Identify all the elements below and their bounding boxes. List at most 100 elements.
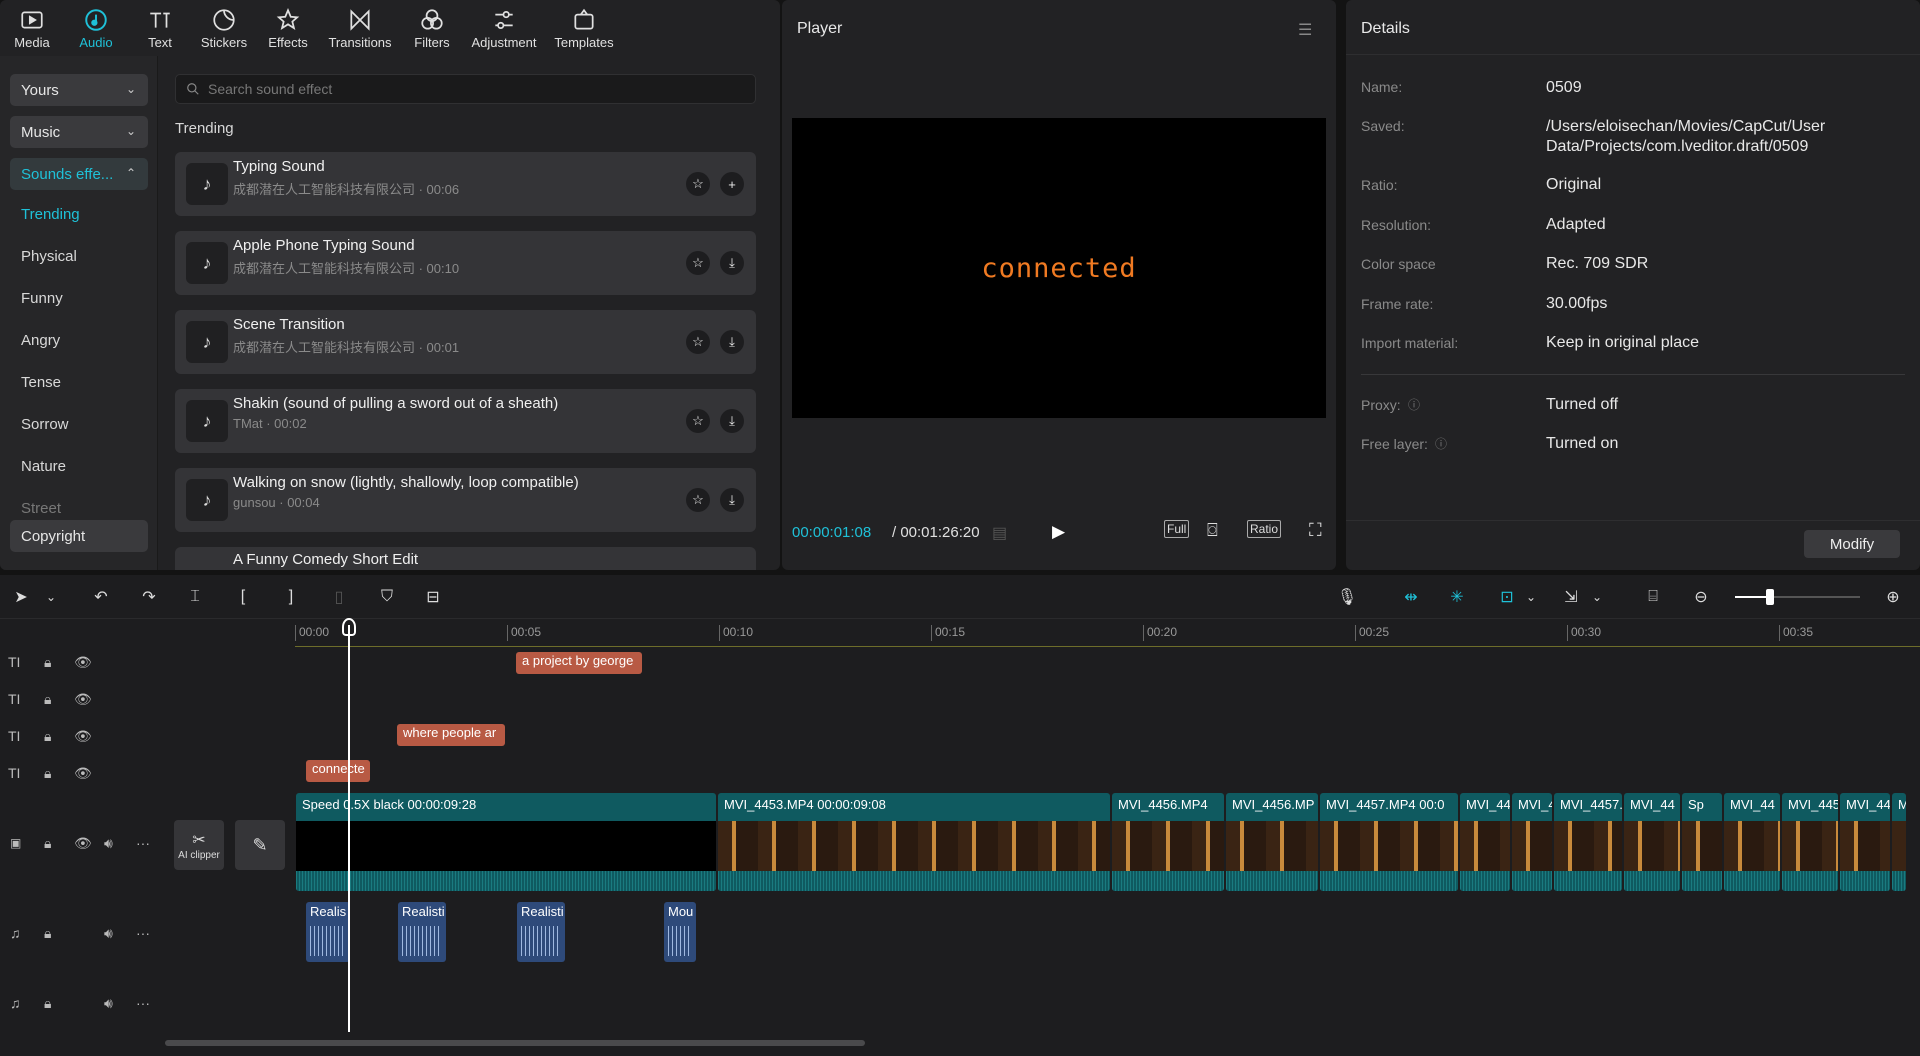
eye-icon[interactable]: 👁︎ (74, 835, 92, 852)
modify-button[interactable]: Modify (1804, 530, 1900, 558)
chevron-down-icon[interactable]: ⌄ (1586, 586, 1608, 608)
lock-icon[interactable]: 🔒︎ (44, 765, 51, 782)
thumbnail-icon[interactable]: ⌸ (1642, 586, 1664, 608)
menu-icon[interactable]: ☰ (1298, 20, 1312, 40)
split-icon[interactable]: ⌶ (184, 586, 206, 608)
lock-icon[interactable]: 🔒︎ (44, 835, 51, 852)
text-clip[interactable]: where people ar (397, 724, 505, 746)
play-icon[interactable]: ▶ (1052, 522, 1065, 542)
video-clip[interactable]: MVI_4453.MP4 00:00:09:08 (718, 793, 1110, 891)
video-clip[interactable]: MVI_4456.MP4 (1112, 793, 1224, 891)
more-icon[interactable]: ··· (136, 835, 150, 851)
screenshot-icon[interactable]: ⌼ (1207, 520, 1218, 541)
playhead[interactable] (348, 625, 350, 1032)
zoom-in-icon[interactable]: ⊕ (1882, 586, 1904, 608)
tab-media[interactable]: Media (0, 0, 64, 56)
tab-audio[interactable]: Audio (64, 0, 128, 56)
edit-cover-button[interactable]: ✎ (235, 820, 285, 870)
help-icon[interactable]: ⓘ (1435, 435, 1447, 452)
video-clip[interactable]: MVI_445 (1782, 793, 1838, 891)
sidebar-music[interactable]: Music ⌄ (10, 116, 148, 148)
preview-axis-icon[interactable]: ⇲ (1560, 586, 1582, 608)
chevron-down-icon[interactable]: ⌄ (40, 586, 62, 608)
star-icon[interactable]: ☆ (686, 330, 710, 354)
delete-icon[interactable]: ▯ (328, 586, 350, 608)
undo-icon[interactable]: ↶ (90, 586, 112, 608)
horizontal-scrollbar[interactable] (165, 1040, 865, 1046)
download-icon[interactable]: ⤓ (720, 251, 744, 275)
time-ruler[interactable]: 00:00 00:05 00:10 00:15 00:20 00:25 00:3… (295, 619, 1920, 647)
list-item[interactable]: ♪ Typing Sound 成都潜在人工智能科技有限公司 · 00:06 ☆ … (175, 152, 756, 216)
category-angry[interactable]: Angry (21, 332, 60, 349)
video-clip[interactable]: Sp (1682, 793, 1722, 891)
video-clip[interactable]: MVI_4456.MP (1226, 793, 1318, 891)
video-clip[interactable]: MVI_44 (1624, 793, 1680, 891)
zoom-slider[interactable] (1735, 589, 1860, 605)
text-clip[interactable]: connecte (306, 760, 370, 782)
list-item[interactable]: ♪ Apple Phone Typing Sound 成都潜在人工智能科技有限公… (175, 231, 756, 295)
list-item[interactable]: A Funny Comedy Short Edit (175, 547, 756, 570)
lock-icon[interactable]: 🔒︎ (44, 728, 51, 745)
lock-icon[interactable]: 🔒︎ (44, 995, 51, 1012)
full-button[interactable]: Full (1164, 520, 1190, 538)
zoom-slider-handle[interactable] (1766, 589, 1774, 605)
tab-filters[interactable]: Filters (400, 0, 464, 56)
volume-icon[interactable]: 🔊︎ (104, 835, 113, 852)
tab-effects[interactable]: Effects (256, 0, 320, 56)
star-icon[interactable]: ☆ (686, 409, 710, 433)
redo-icon[interactable]: ↷ (138, 586, 160, 608)
list-item[interactable]: ♪ Scene Transition 成都潜在人工智能科技有限公司 · 00:0… (175, 310, 756, 374)
category-funny[interactable]: Funny (21, 290, 63, 307)
eye-icon[interactable]: 👁︎ (74, 691, 92, 708)
tab-transitions[interactable]: Transitions (320, 0, 400, 56)
video-clip[interactable]: MVI_4457. (1554, 793, 1622, 891)
chevron-down-icon[interactable]: ⌄ (1520, 586, 1542, 608)
linkage-icon[interactable]: ⊡ (1496, 586, 1518, 608)
fullscreen-icon[interactable]: ⛶ (1309, 520, 1322, 541)
auto-caption-icon[interactable]: ⊟ (422, 586, 444, 608)
eye-icon[interactable]: 👁︎ (74, 765, 92, 782)
category-physical[interactable]: Physical (21, 248, 77, 265)
download-icon[interactable]: ⤓ (720, 409, 744, 433)
star-icon[interactable]: ☆ (686, 488, 710, 512)
video-clip[interactable]: Speed 0.5X black 00:00:09:28 (296, 793, 716, 891)
volume-icon[interactable]: 🔊︎ (104, 925, 113, 942)
list-item[interactable]: ♪ Walking on snow (lightly, shallowly, l… (175, 468, 756, 532)
video-clip[interactable]: MVI_44 (1724, 793, 1780, 891)
add-icon[interactable]: + (720, 172, 744, 196)
help-icon[interactable]: ⓘ (1408, 396, 1420, 413)
text-clip[interactable]: a project by george (516, 652, 642, 674)
video-clip[interactable]: MVI_4457.MP4 00:0 (1320, 793, 1458, 891)
more-icon[interactable]: ··· (136, 925, 150, 941)
download-icon[interactable]: ⤓ (720, 488, 744, 512)
download-icon[interactable]: ⤓ (720, 330, 744, 354)
category-street[interactable]: Street (21, 500, 61, 517)
lock-icon[interactable]: 🔒︎ (44, 654, 51, 671)
category-nature[interactable]: Nature (21, 458, 66, 475)
volume-icon[interactable]: 🔊︎ (104, 995, 113, 1012)
auto-snap-icon[interactable]: ✳ (1446, 586, 1468, 608)
microphone-icon[interactable]: 🎙 (1336, 586, 1358, 608)
audio-clip[interactable]: Mou (664, 902, 696, 962)
main-track-magnet-icon[interactable]: ⇹ (1400, 586, 1422, 608)
video-clip[interactable]: MVI_44 (1840, 793, 1890, 891)
tab-text[interactable]: Text (128, 0, 192, 56)
audio-clip[interactable]: Realisti (517, 902, 565, 962)
sidebar-copyright[interactable]: Copyright (10, 520, 148, 552)
category-sorrow[interactable]: Sorrow (21, 416, 69, 433)
marker-icon[interactable]: ⛉ (376, 586, 398, 608)
lock-icon[interactable]: 🔒︎ (44, 691, 51, 708)
video-clip[interactable]: MVI_44 (1460, 793, 1510, 891)
trim-left-icon[interactable]: [ (232, 586, 254, 608)
search-input[interactable]: Search sound effect (175, 74, 756, 104)
audio-clip[interactable]: Realisti (398, 902, 446, 962)
star-icon[interactable]: ☆ (686, 172, 710, 196)
ratio-button[interactable]: Ratio (1247, 520, 1282, 538)
video-clip[interactable]: M (1892, 793, 1906, 891)
tab-stickers[interactable]: Stickers (192, 0, 256, 56)
zoom-out-icon[interactable]: ⊖ (1690, 586, 1712, 608)
audio-clip[interactable]: Realis (306, 902, 350, 962)
select-cursor-icon[interactable]: ➤ (10, 586, 32, 608)
sidebar-yours[interactable]: Yours ⌄ (10, 74, 148, 106)
ai-clipper-button[interactable]: ✂ AI clipper (174, 820, 224, 870)
